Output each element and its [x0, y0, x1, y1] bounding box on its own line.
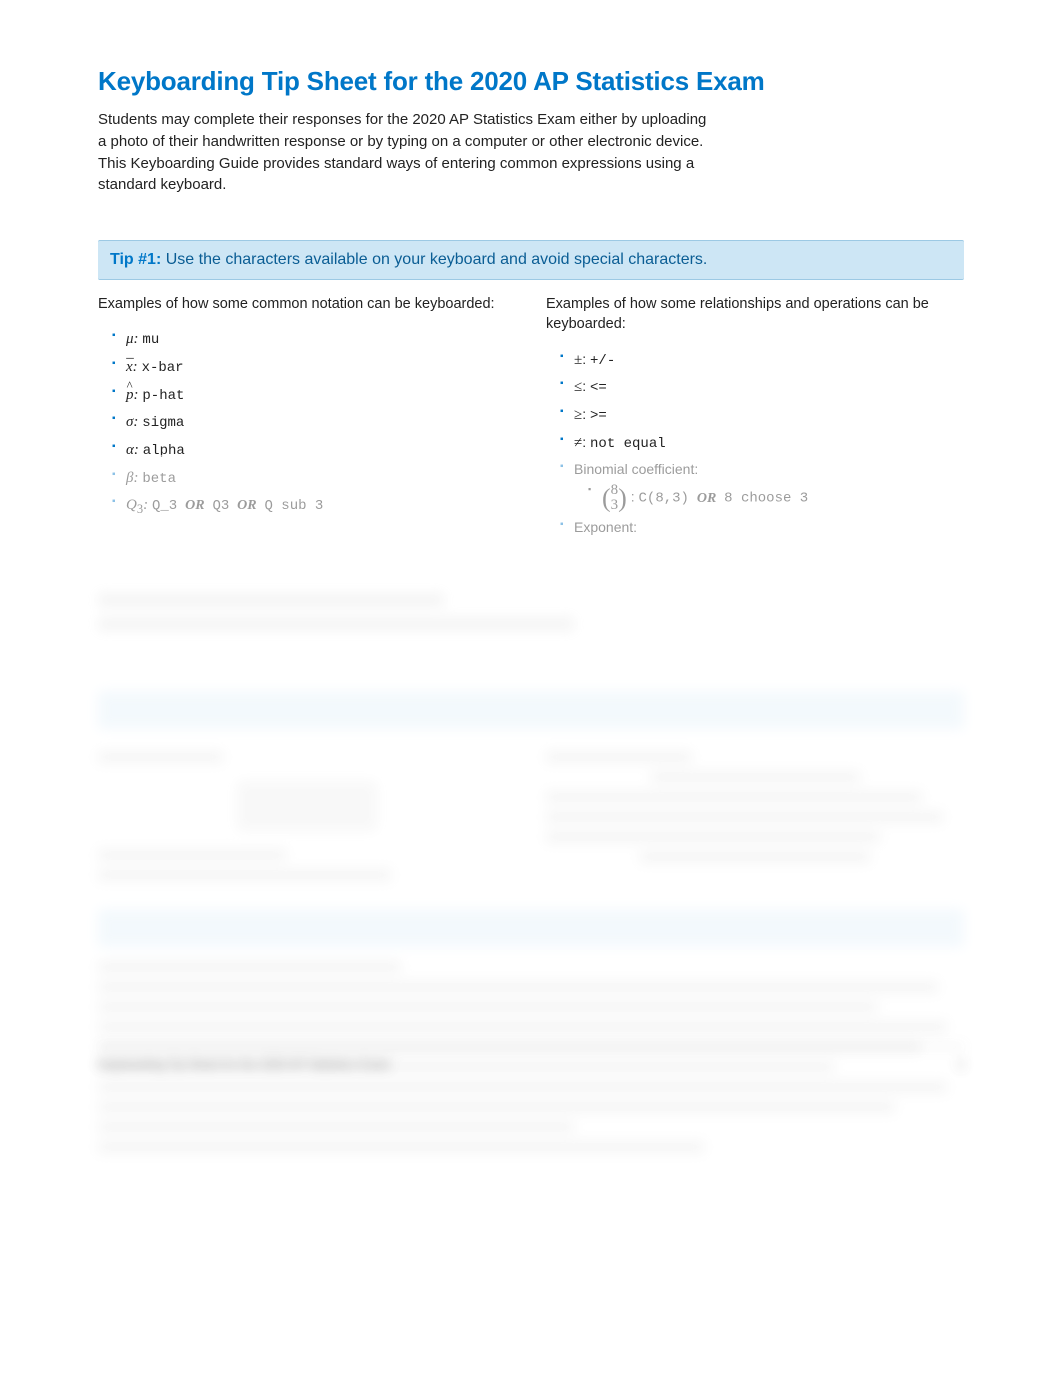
- kbd-q3-1: Q_3: [152, 498, 177, 514]
- list-item: ≤: <=: [560, 376, 964, 400]
- exponent-label: Exponent:: [574, 519, 637, 535]
- symbol-q3: Q3: [126, 497, 143, 513]
- or-text: OR: [693, 491, 720, 506]
- binomial-symbol: (83): [602, 483, 627, 513]
- kbd-binom-2: 8 choose 3: [724, 491, 808, 507]
- list-item: ≠: not equal: [560, 432, 964, 456]
- symbol-ne: ≠: [574, 435, 582, 451]
- list-item: σ: sigma: [112, 411, 516, 435]
- symbol-ge: ≥: [574, 407, 582, 423]
- kbd-mu: mu: [142, 332, 159, 348]
- footer-title: Keyboarding Tip Sheet for the 2020 AP St…: [98, 1057, 391, 1071]
- or-text: OR: [181, 498, 208, 513]
- kbd-ge: >=: [590, 408, 607, 424]
- kbd-le: <=: [590, 380, 607, 396]
- list-item: x: x-bar: [112, 356, 516, 380]
- symbol-phat: p: [126, 384, 134, 407]
- binomial-label: Binomial coefficient:: [574, 461, 698, 477]
- list-item: Q3: Q_3 OR Q3 OR Q sub 3: [112, 494, 516, 519]
- list-item-exponent: Exponent:: [560, 517, 964, 539]
- right-column-desc: Examples of how some relationships and o…: [546, 294, 964, 335]
- kbd-beta: beta: [142, 471, 176, 487]
- intro-paragraph: Students may complete their responses fo…: [98, 109, 718, 196]
- tip-1-text: Use the characters available on your key…: [166, 251, 708, 268]
- kbd-pm: +/-: [590, 353, 615, 369]
- symbol-le: ≤: [574, 379, 582, 395]
- tip-1-label: Tip #1:: [110, 251, 161, 268]
- symbol-pm: ±: [574, 352, 582, 368]
- page-title: Keyboarding Tip Sheet for the 2020 AP St…: [98, 66, 964, 97]
- kbd-q3-3: Q sub 3: [264, 498, 323, 514]
- list-item: μ: mu: [112, 328, 516, 352]
- list-item: α: alpha: [112, 439, 516, 463]
- or-text: OR: [233, 498, 260, 513]
- notation-list: μ: mu x: x-bar p: p-hat σ: sigma α: al: [98, 328, 516, 520]
- kbd-phat: p-hat: [142, 388, 184, 404]
- footer-page-number: 1: [957, 1057, 964, 1071]
- kbd-q3-2: Q3: [212, 498, 229, 514]
- left-column: Examples of how some common notation can…: [98, 294, 516, 543]
- operations-list: ±: +/- ≤: <= ≥: >= ≠: not equal Binomial…: [546, 349, 964, 539]
- symbol-alpha: α: [126, 442, 134, 458]
- right-column: Examples of how some relationships and o…: [546, 294, 964, 543]
- kbd-ne: not equal: [590, 436, 666, 452]
- tip-1-header: Tip #1: Use the characters available on …: [98, 240, 964, 280]
- kbd-xbar: x-bar: [142, 360, 184, 376]
- list-item: ≥: >=: [560, 404, 964, 428]
- kbd-sigma: sigma: [142, 415, 184, 431]
- list-item-binomial: Binomial coefficient: (83) : C(8,3) OR 8…: [560, 459, 964, 513]
- list-item: β: beta: [112, 467, 516, 491]
- kbd-binom-1: C(8,3): [639, 491, 689, 507]
- symbol-mu: μ: [126, 331, 134, 347]
- list-item: ±: +/-: [560, 349, 964, 373]
- kbd-alpha: alpha: [143, 443, 185, 459]
- list-item: p: p-hat: [112, 384, 516, 408]
- page-footer: Keyboarding Tip Sheet for the 2020 AP St…: [98, 1046, 964, 1071]
- left-column-desc: Examples of how some common notation can…: [98, 294, 516, 314]
- list-item: (83) : C(8,3) OR 8 choose 3: [588, 483, 964, 513]
